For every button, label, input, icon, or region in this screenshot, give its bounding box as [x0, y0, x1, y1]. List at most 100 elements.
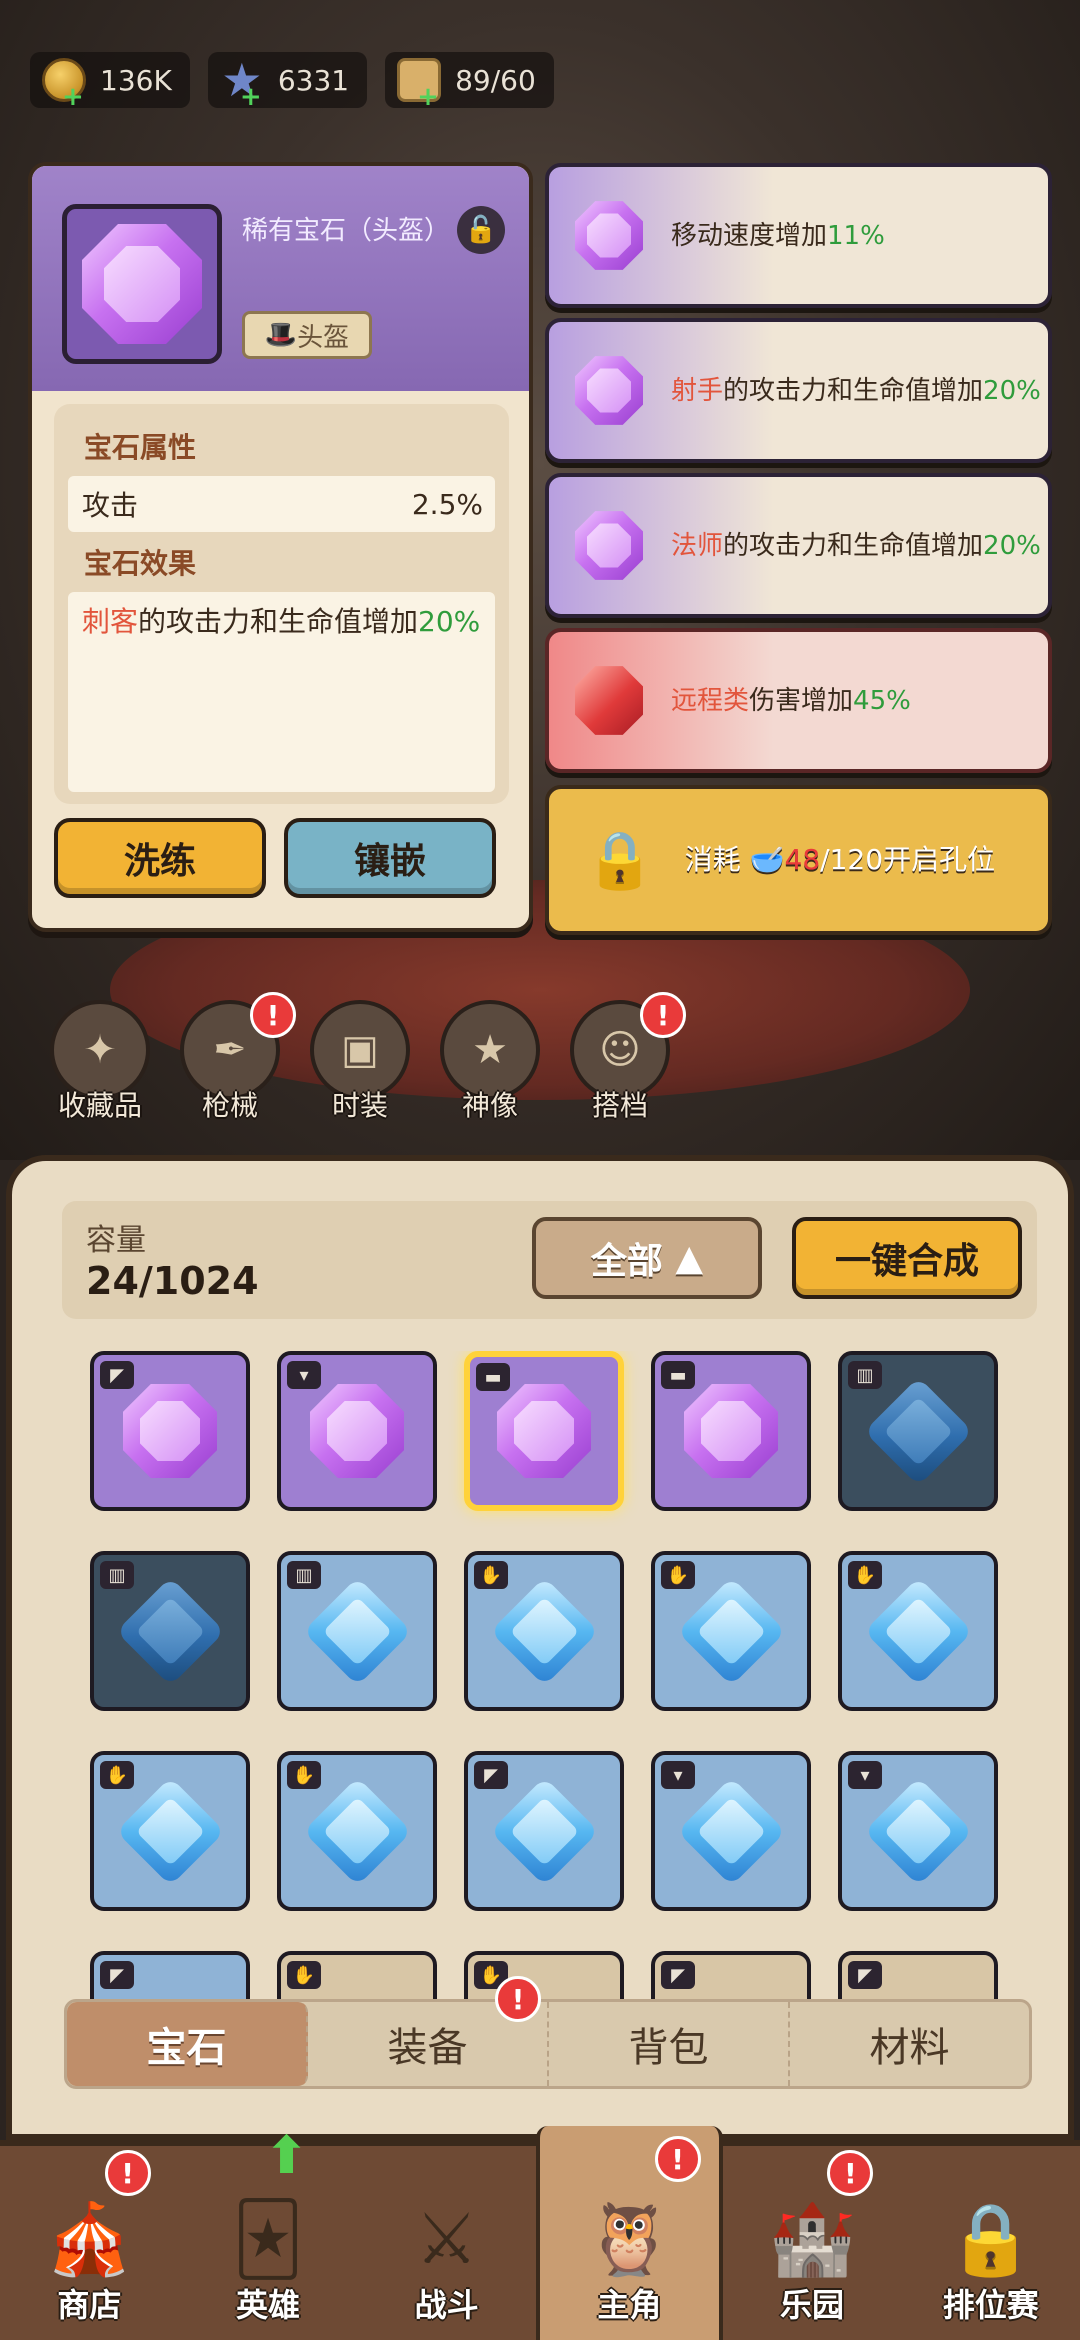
coin-amount: 136K [100, 63, 172, 97]
nav-battle[interactable]: ⚔ 战斗 [357, 2146, 536, 2340]
tab-backpack[interactable]: 背包 [549, 2002, 790, 2086]
bowl-icon: 🥣 [749, 843, 785, 876]
purple-gem-icon [569, 196, 649, 276]
tab-gems[interactable]: 宝石 [67, 2002, 308, 2086]
glove-icon: ✋ [100, 1761, 134, 1789]
blue-gem-icon [115, 1776, 225, 1886]
upgrade-arrow-icon: ⬆ [264, 2126, 309, 2186]
star-currency[interactable]: ★ + 6331 [207, 52, 368, 112]
hero-cards-icon: 🃏 [232, 2198, 304, 2280]
effect-class: 刺客 [82, 605, 139, 638]
gem-detail-header: 稀有宝石（头盔） 🔓 🎩 头盔 [32, 166, 529, 391]
castle-icon: 🏰 [768, 2198, 856, 2280]
caret-up-icon: ▲ [662, 1237, 704, 1279]
gem-slot[interactable]: ◤ [90, 1951, 250, 2001]
nav-label: 乐园 [780, 2286, 845, 2324]
inventory-panel: 容量 24/1024 全部 ▲ 一键合成 ◤ ▾ ▬ ▬ ▥ ▥ ▥ ✋ ✋ ✋… [6, 1155, 1074, 2140]
socket-slot-1[interactable]: 移动速度增加11% [545, 163, 1052, 308]
gem-slot[interactable]: ◤ [838, 1951, 998, 2001]
boot-icon: ◤ [100, 1361, 134, 1389]
stamina-currency[interactable]: + 89/60 [385, 52, 554, 112]
category-label: 神像 [461, 1089, 518, 1122]
gem-slot[interactable]: ▥ [277, 1551, 437, 1711]
nav-shop[interactable]: ! 🎪 商店 [0, 2146, 179, 2340]
socket-slot-2[interactable]: 射手的攻击力和生命值增加20% [545, 318, 1052, 463]
gem-slot[interactable]: ✋ [464, 1951, 624, 2001]
gem-slot[interactable]: ▬ [651, 1351, 811, 1511]
capacity-label: 容量 [86, 1223, 146, 1258]
gem-slot[interactable]: ▥ [90, 1551, 250, 1711]
gem-slot[interactable]: ▾ [277, 1351, 437, 1511]
attr-name: 攻击 [82, 489, 139, 522]
category-partners[interactable]: ☺ ! 搭档 [570, 992, 686, 1124]
nav-heroes[interactable]: ⬆ 🃏 英雄 [179, 2126, 358, 2340]
alert-badge: ! [654, 2136, 701, 2182]
alert-badge: ! [495, 1976, 541, 2022]
purple-gem-icon [569, 351, 649, 431]
purple-gem-icon [496, 1383, 592, 1479]
attr-row: 攻击 2.5% [68, 476, 495, 532]
tab-equipment[interactable]: 装备 ! [308, 1976, 549, 2086]
category-collectibles[interactable]: ✦ 收藏品 [50, 1000, 150, 1124]
gem-slot[interactable]: ✋ [464, 1551, 624, 1711]
category-label: 搭档 [591, 1089, 648, 1122]
lock-icon[interactable]: 🔓 [457, 206, 505, 254]
purple-gem-icon [309, 1383, 405, 1479]
gem-slot[interactable]: ▾ [838, 1751, 998, 1911]
boot-icon: ◤ [661, 1961, 695, 1989]
gem-slot-selected[interactable]: ▬ [464, 1351, 624, 1511]
category-fashion[interactable]: ▣ 时装 [310, 1000, 410, 1124]
boot-icon: ◤ [100, 1961, 134, 1989]
merge-all-button[interactable]: 一键合成 [792, 1217, 1022, 1299]
category-guns[interactable]: ✒ ! 枪械 [180, 992, 296, 1124]
gem-title: 稀有宝石（头盔） [242, 216, 451, 246]
socket-slot-3[interactable]: 法师的攻击力和生命值增加20% [545, 473, 1052, 618]
slot-2-text: 射手的攻击力和生命值增加20% [671, 375, 1041, 406]
nav-park[interactable]: ! 🏰 乐园 [723, 2146, 902, 2340]
currency-bar: + 136K ★ + 6331 + 89/60 [30, 52, 554, 112]
red-gem-icon [569, 661, 649, 741]
gem-slot[interactable]: ▥ [838, 1351, 998, 1511]
dark-blue-gem-icon [863, 1376, 973, 1486]
alert-badge: ! [827, 2150, 874, 2196]
filter-label: 全部 [590, 1241, 663, 1282]
nav-label: 战斗 [414, 2286, 479, 2324]
refine-button[interactable]: 洗练 [54, 818, 266, 898]
gem-slot[interactable]: ✋ [277, 1951, 437, 2001]
slot-4-text: 远程类伤害增加45% [671, 685, 911, 716]
inventory-header: 容量 24/1024 全部 ▲ 一键合成 [62, 1201, 1037, 1319]
gem-slot[interactable]: ◤ [464, 1751, 624, 1911]
selected-gem-tile [62, 204, 222, 364]
gem-slot[interactable]: ✋ [651, 1551, 811, 1711]
lock-icon: 🔒 [585, 828, 655, 893]
dark-blue-gem-icon [115, 1576, 225, 1686]
gem-slot[interactable]: ✋ [838, 1551, 998, 1711]
stamina-amount: 89/60 [455, 63, 536, 97]
nav-main-character[interactable]: ! 🦉 主角 [536, 2126, 723, 2340]
coin-currency[interactable]: + 136K [30, 52, 190, 112]
detail-buttons: 洗练 镶嵌 [54, 818, 496, 898]
nav-label: 主角 [597, 2286, 662, 2324]
gem-slot[interactable]: ✋ [277, 1751, 437, 1911]
alert-badge: ! [250, 992, 296, 1038]
blue-gem-icon [863, 1776, 973, 1886]
inlay-button[interactable]: 镶嵌 [284, 818, 496, 898]
gem-slot[interactable]: ◤ [651, 1951, 811, 2001]
gem-slot[interactable]: ◤ [90, 1351, 250, 1511]
gem-slot[interactable]: ✋ [90, 1751, 250, 1911]
category-idols[interactable]: ★ 神像 [440, 1000, 540, 1124]
socket-slot-4[interactable]: 远程类伤害增加45% [545, 628, 1052, 773]
locked-socket-slot[interactable]: 🔒 消耗 🥣48/120开启孔位 [545, 785, 1052, 935]
effect-section-title: 宝石效果 [84, 547, 197, 580]
type-badge: 🎩 头盔 [242, 311, 372, 359]
bottom-nav: ! 🎪 商店 ⬆ 🃏 英雄 ⚔ 战斗 ! 🦉 主角 ! 🏰 乐园 🔒 排位赛 [0, 2126, 1080, 2340]
filter-dropdown[interactable]: 全部 ▲ [532, 1217, 762, 1299]
unlock-cost-text: 消耗 🥣48/120开启孔位 [684, 843, 996, 876]
tab-materials[interactable]: 材料 [790, 2002, 1029, 2086]
nav-ranked[interactable]: 🔒 排位赛 [901, 2146, 1080, 2340]
gem-slot[interactable]: ▾ [651, 1751, 811, 1911]
glove-icon: ✋ [474, 1561, 508, 1589]
blue-gem-icon [489, 1776, 599, 1886]
owl-icon: 🦉 [585, 2198, 673, 2280]
effect-value: 20% [418, 605, 481, 638]
